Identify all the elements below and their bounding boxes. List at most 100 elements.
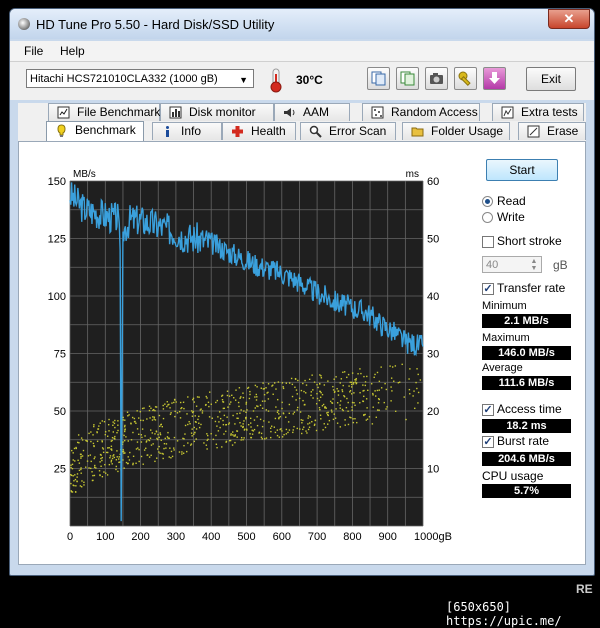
exit-button[interactable]: Exit (526, 67, 576, 91)
access-time-point (169, 447, 171, 449)
y-left-tick-label: 125 (48, 234, 66, 246)
access-time-point (137, 447, 139, 449)
access-time-point (244, 428, 246, 430)
access-time-point (385, 388, 388, 391)
copy-image-icon (400, 71, 415, 86)
access-time-point (258, 432, 260, 434)
access-time-point (92, 479, 94, 482)
access-time-point (149, 417, 151, 419)
options-button[interactable] (454, 67, 477, 90)
access-time-point (140, 441, 143, 443)
access-time-point (372, 394, 374, 396)
y-left-tick-label: 150 (48, 176, 66, 188)
copy-text-button[interactable] (367, 67, 390, 90)
screenshot-button[interactable] (425, 67, 448, 90)
access-time-point (354, 381, 357, 383)
access-time-point (254, 407, 256, 409)
write-radio[interactable] (482, 212, 493, 223)
access-time-point (206, 439, 208, 442)
access-time-point (128, 414, 130, 416)
access-time-point (251, 429, 253, 431)
read-radio[interactable] (482, 196, 493, 207)
access-time-point (301, 432, 303, 435)
access-time-point (363, 414, 365, 416)
access-time-point (164, 437, 166, 440)
drive-select[interactable]: Hitachi HCS721010CLA332 (1000 gB) ▼ (26, 69, 254, 88)
access-time-point (362, 390, 364, 392)
access-time-point (74, 478, 77, 481)
access-time-point (285, 433, 288, 435)
write-label: Write (497, 210, 525, 224)
tab-random-access[interactable]: Random Access (362, 103, 480, 121)
access-time-point (93, 474, 96, 477)
access-time-point (138, 417, 140, 419)
tab-erase[interactable]: Erase (518, 122, 586, 140)
tab-health[interactable]: Health (222, 122, 296, 140)
access-time-point (265, 437, 268, 439)
tab-error-scan[interactable]: Error Scan (300, 122, 396, 140)
menu-file[interactable]: File (24, 44, 43, 58)
short-stroke-checkbox[interactable] (482, 236, 494, 248)
burst-rate-checkbox[interactable]: ✓ (482, 436, 494, 448)
access-time-point (353, 392, 355, 394)
access-time-point (162, 453, 164, 455)
tab-folder-usage[interactable]: Folder Usage (402, 122, 510, 140)
access-time-point (70, 482, 72, 485)
access-time-point (205, 444, 208, 446)
tab-disk-monitor[interactable]: Disk monitor (160, 103, 274, 121)
access-time-point (310, 391, 313, 393)
access-time-point (323, 423, 325, 425)
transfer-rate-checkbox[interactable]: ✓ (482, 283, 494, 295)
access-time-point (159, 452, 161, 454)
access-time-point (329, 400, 332, 403)
menu-help[interactable]: Help (60, 44, 85, 58)
access-time-point (223, 414, 226, 417)
access-time-point (291, 395, 294, 398)
access-time-point (124, 429, 126, 431)
access-time-point (81, 480, 83, 482)
access-time-point (403, 396, 405, 398)
access-time-point (140, 434, 143, 436)
access-time-point (80, 437, 83, 439)
access-time-point (351, 372, 354, 374)
access-time-point (332, 398, 334, 400)
close-button[interactable]: ✕ (548, 9, 590, 29)
access-time-point (287, 421, 290, 423)
access-time-checkbox[interactable]: ✓ (482, 404, 494, 416)
tab-aam[interactable]: AAM (274, 103, 350, 121)
access-time-point (164, 403, 166, 405)
access-time-point (315, 429, 318, 432)
start-button[interactable]: Start (486, 159, 558, 181)
access-time-point (118, 456, 120, 458)
access-time-point (281, 401, 283, 404)
access-time-point (148, 456, 151, 458)
access-time-point (234, 441, 236, 444)
access-time-point (242, 396, 245, 399)
access-time-point (114, 426, 116, 429)
access-time-point (321, 405, 324, 407)
access-time-point (245, 401, 248, 404)
access-time-point (312, 389, 314, 391)
access-time-point (156, 437, 158, 440)
access-time-point (130, 422, 132, 424)
save-button[interactable] (483, 67, 506, 90)
access-time-point (292, 413, 294, 415)
spin-arrows-icon[interactable]: ▲ ▼ (528, 258, 540, 273)
access-time-point (260, 432, 263, 435)
access-time-point (200, 408, 202, 410)
tab-extra-tests[interactable]: Extra tests (492, 103, 584, 121)
tab-benchmark[interactable]: Benchmark (46, 121, 144, 141)
access-time-point (107, 423, 110, 426)
access-time-point (124, 439, 126, 442)
access-time-point (337, 394, 340, 396)
tab-file-benchmark[interactable]: File Benchmark (48, 103, 160, 121)
copy-screenshot-button[interactable] (396, 67, 419, 90)
access-time-point (81, 455, 84, 457)
extra-tests-icon (501, 106, 514, 119)
access-time-point (256, 424, 259, 427)
tab-info[interactable]: Info (152, 122, 222, 140)
access-time-point (264, 400, 266, 402)
access-time-point (157, 433, 159, 436)
access-time-point (176, 440, 179, 442)
title-bar[interactable]: HD Tune Pro 5.50 - Hard Disk/SSD Utility… (10, 9, 594, 39)
